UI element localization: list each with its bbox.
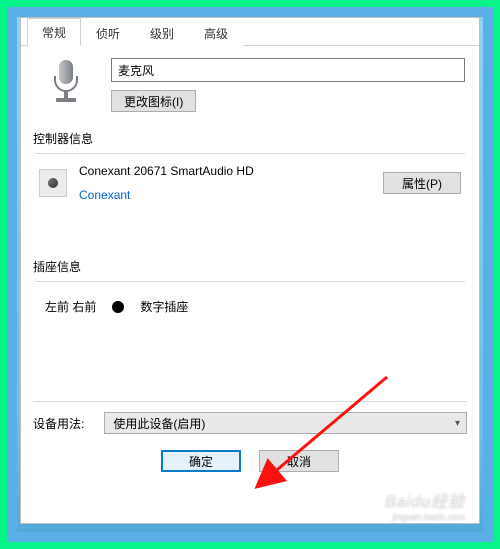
device-usage-selected: 使用此设备(启用) <box>113 415 205 432</box>
jack-group-label: 插座信息 <box>33 258 467 275</box>
device-name-input[interactable] <box>111 58 465 82</box>
jack-group: 插座信息 左前 右前 数字插座 <box>33 258 467 315</box>
dialog-buttons: 确定 取消 <box>33 450 467 476</box>
outer-frame: 常规 侦听 级别 高级 <box>0 0 500 549</box>
tabstrip: 常规 侦听 级别 高级 <box>21 18 479 46</box>
chevron-down-icon: ▾ <box>455 418 460 429</box>
properties-dialog: 常规 侦听 级别 高级 <box>20 17 480 524</box>
tab-level[interactable]: 级别 <box>135 19 189 46</box>
tab-advanced[interactable]: 高级 <box>189 19 243 46</box>
device-usage-select[interactable]: 使用此设备(启用) ▾ <box>104 412 467 434</box>
jack-position: 左前 右前 <box>45 298 96 315</box>
ok-button[interactable]: 确定 <box>161 450 241 472</box>
device-header-row: 更改图标(I) <box>43 58 465 112</box>
controller-vendor-link[interactable]: Conexant <box>79 188 130 202</box>
jack-dot-icon <box>112 301 124 313</box>
controller-properties-button[interactable]: 属性(P) <box>383 172 461 194</box>
controller-group-label: 控制器信息 <box>33 130 467 147</box>
tab-general[interactable]: 常规 <box>27 18 81 46</box>
desktop-bg: 常规 侦听 级别 高级 <box>17 17 483 532</box>
device-usage-row: 设备用法: 使用此设备(启用) ▾ <box>33 401 467 434</box>
device-usage-label: 设备用法: <box>33 415 84 432</box>
cancel-button[interactable]: 取消 <box>259 450 339 472</box>
controller-icon <box>39 169 67 197</box>
jack-type: 数字插座 <box>140 298 188 315</box>
controller-name: Conexant 20671 SmartAudio HD <box>79 164 371 178</box>
device-name-col: 更改图标(I) <box>111 58 465 112</box>
microphone-icon <box>43 58 89 104</box>
change-icon-button[interactable]: 更改图标(I) <box>111 90 196 112</box>
controller-group: 控制器信息 Conexant 20671 SmartAudio HD Conex… <box>33 130 467 202</box>
tab-listen[interactable]: 侦听 <box>81 19 135 46</box>
controller-text-block: Conexant 20671 SmartAudio HD Conexant <box>79 164 371 202</box>
